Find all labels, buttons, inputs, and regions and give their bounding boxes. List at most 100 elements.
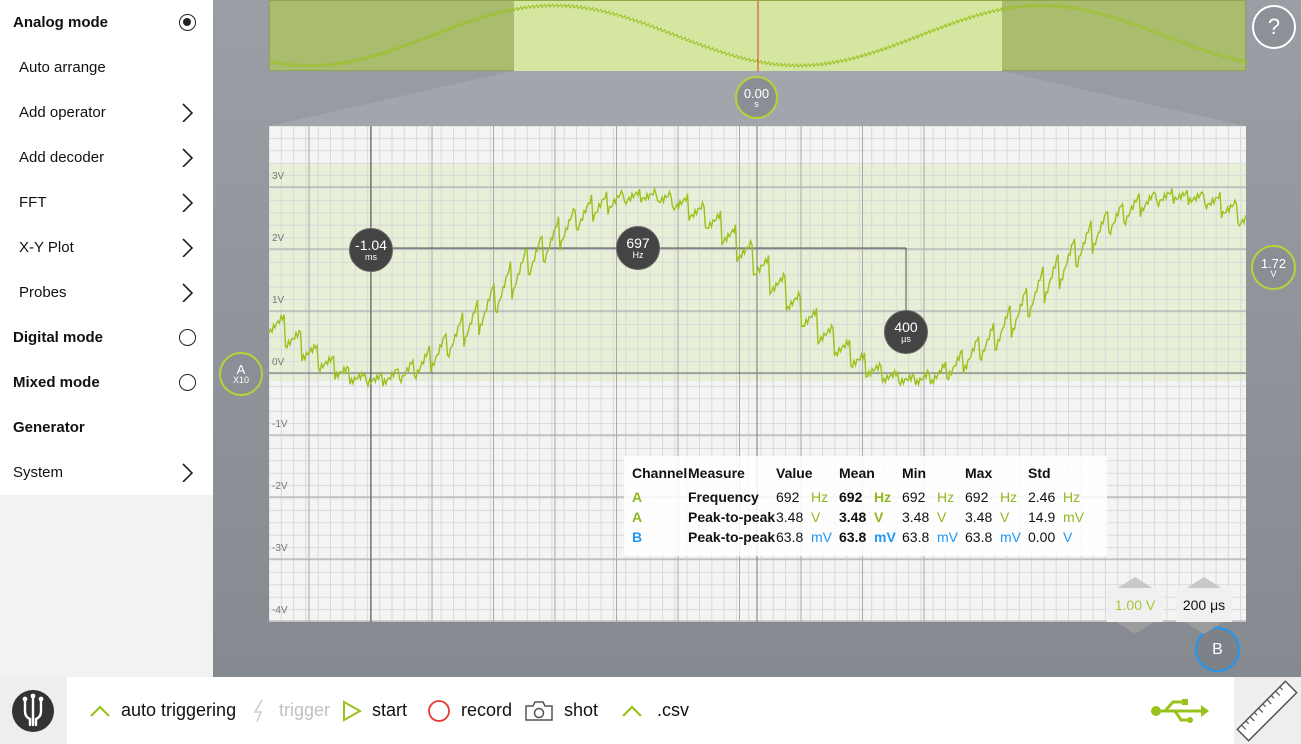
- radio-icon[interactable]: [179, 374, 196, 391]
- radio-icon[interactable]: [179, 329, 196, 346]
- chevron-up-icon: [622, 704, 642, 717]
- chevron-right-icon: [182, 463, 194, 482]
- volts-div-control[interactable]: 1.00 V: [1107, 588, 1163, 622]
- cell-mean-unit: mV: [874, 529, 896, 545]
- column-header: Channel: [632, 465, 688, 481]
- cell-mean-unit: V: [874, 509, 884, 525]
- column-header: Mean: [839, 465, 875, 481]
- auto-triggering-button[interactable]: auto triggering: [89, 677, 236, 744]
- chevron-right-icon: [182, 193, 194, 212]
- cell-std: 0.00: [1028, 529, 1056, 545]
- cell-std-unit: mV: [1063, 509, 1084, 525]
- cell-max: 63.8: [965, 529, 993, 545]
- sidebar-menu: Analog mode Auto arrange Add operator Add d…: [0, 0, 213, 495]
- trigger-button[interactable]: trigger: [251, 677, 330, 744]
- y-tick-label: 3V: [272, 171, 285, 182]
- sidebar-item-generator[interactable]: Generator: [0, 405, 213, 450]
- sidebar-item-mixed-mode[interactable]: Mixed mode: [0, 360, 213, 405]
- trigger-time-value: 0.00: [743, 85, 770, 101]
- cell-value-unit: mV: [811, 529, 832, 545]
- sidebar-item-auto-arrange[interactable]: Auto arrange: [0, 45, 213, 90]
- cell-mean: 63.8: [839, 529, 867, 545]
- table-row: A Frequency 692 Hz 692 Hz 692 Hz 692 Hz 2.46 Hz: [624, 489, 1107, 509]
- radio-icon[interactable]: [179, 14, 196, 31]
- overview-trace: [270, 1, 1247, 72]
- bottom-toolbar: auto triggering trigger start record sho…: [67, 677, 1234, 744]
- cursor-freq-readout[interactable]: 697 Hz: [616, 226, 660, 270]
- cell-value-unit: V: [811, 509, 821, 525]
- cell-mean-unit: Hz: [874, 489, 892, 505]
- sidebar-item-x-y-plot[interactable]: X-Y Plot: [0, 225, 213, 270]
- sidebar-item-fft[interactable]: FFT: [0, 180, 213, 225]
- cursor-period-unit: μs: [901, 334, 911, 344]
- cell-max: 692: [965, 489, 989, 505]
- start-label: start: [372, 700, 408, 720]
- ruler-icon: [1236, 680, 1298, 742]
- sidebar-item-add-decoder[interactable]: Add decoder: [0, 135, 213, 180]
- cell-channel: A: [632, 489, 643, 505]
- sidebar-item-probes[interactable]: Probes: [0, 270, 213, 315]
- trigger-time-unit: s: [754, 98, 759, 109]
- logo-button[interactable]: [0, 677, 67, 744]
- sidebar-item-add-operator[interactable]: Add operator: [0, 90, 213, 135]
- time-div-control[interactable]: 200 μs: [1176, 588, 1232, 622]
- y-tick-label: -4V: [272, 605, 288, 616]
- cell-channel: A: [632, 509, 643, 525]
- record-label: record: [461, 700, 513, 720]
- cell-std: 14.9: [1028, 509, 1056, 525]
- column-header: Min: [902, 465, 927, 481]
- channel-a-handle[interactable]: A X10: [219, 352, 263, 396]
- cell-channel: B: [632, 529, 643, 545]
- cell-value: 3.48: [776, 509, 804, 525]
- volts-div-value: 1.00 V: [1114, 597, 1156, 613]
- cursor-freq-value: 697: [626, 235, 650, 251]
- play-icon: [343, 699, 362, 722]
- help-button[interactable]: ?: [1252, 5, 1296, 49]
- cell-min: 3.48: [902, 509, 930, 525]
- ruler-button[interactable]: [1234, 677, 1301, 744]
- start-button[interactable]: start: [342, 677, 407, 744]
- column-header: Std: [1028, 465, 1051, 481]
- trigger-time-handle[interactable]: 0.00 s: [735, 76, 778, 119]
- cell-min-unit: Hz: [937, 489, 955, 505]
- table-header: Channel Measure Value Mean Min Max Std: [624, 465, 1107, 485]
- cell-value: 63.8: [776, 529, 804, 545]
- cell-mean: 692: [839, 489, 863, 505]
- cell-min-unit: V: [937, 509, 947, 525]
- y-tick-label: 1V: [272, 295, 285, 306]
- record-button[interactable]: record: [427, 677, 512, 744]
- cell-std-unit: Hz: [1063, 489, 1081, 505]
- trigger-label: trigger: [279, 700, 331, 720]
- cell-measure: Peak-to-peak: [688, 529, 776, 545]
- sidebar-item-label: Auto arrange: [19, 59, 106, 76]
- sidebar: Analog mode Auto arrange Add operator Add d…: [0, 0, 213, 744]
- chevron-up-icon: [90, 704, 110, 717]
- auto-triggering-label: auto triggering: [121, 700, 237, 720]
- record-icon: [428, 699, 450, 722]
- cell-min: 692: [902, 489, 926, 505]
- cell-value-unit: Hz: [811, 489, 829, 505]
- y-tick-label: -2V: [272, 481, 288, 492]
- cell-min-unit: mV: [937, 529, 958, 545]
- cell-min: 63.8: [902, 529, 930, 545]
- cursor-time-readout[interactable]: -1.04 ms: [349, 228, 393, 272]
- overview-strip[interactable]: [269, 0, 1247, 72]
- y-tick-label: 2V: [272, 233, 285, 244]
- channel-b-name: B: [1212, 640, 1223, 658]
- cell-max-unit: Hz: [1000, 489, 1018, 505]
- sidebar-item-label: Generator: [13, 419, 85, 436]
- trigger-level-handle[interactable]: 1.72 V: [1251, 245, 1296, 290]
- usb-icon: [1151, 699, 1209, 723]
- cell-max-unit: V: [1000, 509, 1010, 525]
- trigger-level-value: 1.72: [1260, 255, 1287, 271]
- trigger-level-unit: V: [1270, 268, 1277, 279]
- sidebar-item-system[interactable]: System: [0, 450, 213, 495]
- cursor-period-readout[interactable]: 400 μs: [884, 310, 928, 354]
- sidebar-item-digital-mode[interactable]: Digital mode: [0, 315, 213, 360]
- cell-max: 3.48: [965, 509, 993, 525]
- sidebar-item-analog-mode[interactable]: Analog mode: [0, 0, 213, 45]
- csv-button[interactable]: .csv: [621, 677, 689, 744]
- camera-icon: [525, 700, 553, 721]
- column-header: Max: [965, 465, 993, 481]
- shot-button[interactable]: shot: [524, 677, 598, 744]
